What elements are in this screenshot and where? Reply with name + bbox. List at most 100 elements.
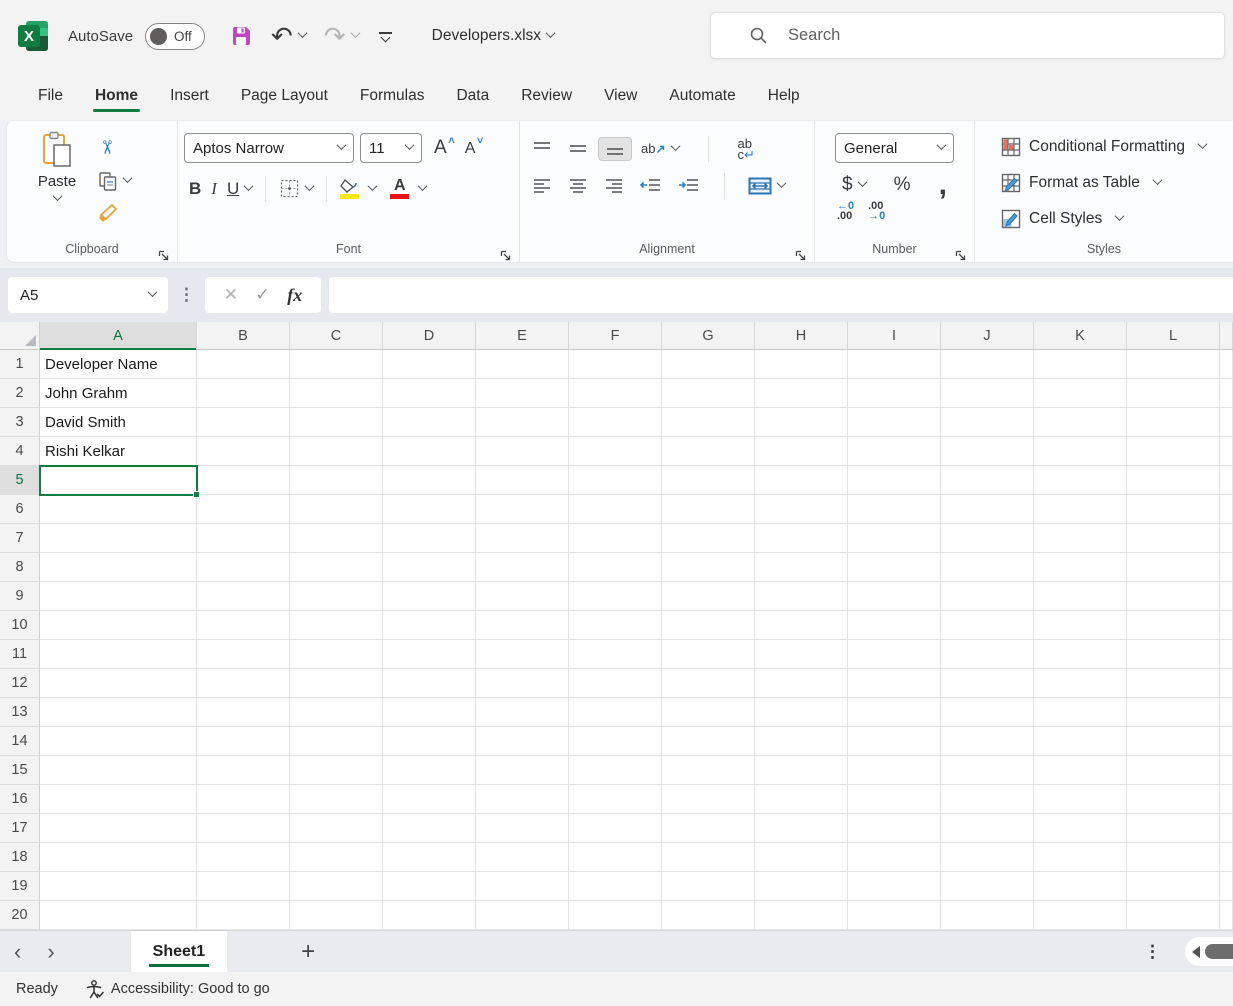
cell-K19[interactable] [1034, 872, 1127, 901]
cell-I10[interactable] [848, 611, 941, 640]
decrease-indent-button[interactable] [634, 175, 668, 198]
cell-I18[interactable] [848, 843, 941, 872]
row-header-19[interactable]: 19 [0, 872, 40, 901]
cell-B3[interactable] [197, 408, 290, 437]
cell-C1[interactable] [290, 350, 383, 379]
row-header-9[interactable]: 9 [0, 582, 40, 611]
cell-J8[interactable] [941, 553, 1034, 582]
cell-H1[interactable] [755, 350, 848, 379]
cell-H15[interactable] [755, 756, 848, 785]
cell-J17[interactable] [941, 814, 1034, 843]
cell-partial-7[interactable] [1220, 524, 1233, 553]
cell-F8[interactable] [569, 553, 662, 582]
column-header-H[interactable]: H [755, 322, 848, 349]
cell-L10[interactable] [1127, 611, 1220, 640]
column-header-A[interactable]: A [40, 322, 197, 349]
cell-C6[interactable] [290, 495, 383, 524]
increase-decimal-button[interactable]: .00→0 [868, 201, 885, 221]
accounting-chevron-icon[interactable] [857, 177, 867, 187]
cell-D9[interactable] [383, 582, 476, 611]
cell-I9[interactable] [848, 582, 941, 611]
cell-H11[interactable] [755, 640, 848, 669]
align-left-button[interactable] [526, 175, 558, 198]
increase-font-size-button[interactable]: A˄ [428, 137, 453, 159]
column-header-E[interactable]: E [476, 322, 569, 349]
cell-E2[interactable] [476, 379, 569, 408]
cell-E8[interactable] [476, 553, 569, 582]
cell-E5[interactable] [476, 466, 569, 495]
accessibility-status[interactable]: Accessibility: Good to go [86, 980, 270, 999]
cell-F9[interactable] [569, 582, 662, 611]
cancel-button[interactable]: ✕ [224, 285, 238, 305]
cell-G6[interactable] [662, 495, 755, 524]
tab-help[interactable]: Help [752, 75, 816, 117]
cell-D20[interactable] [383, 901, 476, 930]
cell-G5[interactable] [662, 466, 755, 495]
cell-I11[interactable] [848, 640, 941, 669]
cell-B17[interactable] [197, 814, 290, 843]
cell-E20[interactable] [476, 901, 569, 930]
align-middle-button[interactable] [562, 138, 594, 160]
cell-A13[interactable] [40, 698, 197, 727]
cell-E16[interactable] [476, 785, 569, 814]
column-header-C[interactable]: C [290, 322, 383, 349]
cell-A19[interactable] [40, 872, 197, 901]
filename-chevron-icon[interactable] [546, 28, 556, 38]
column-header-I[interactable]: I [848, 322, 941, 349]
selection-box[interactable] [39, 465, 198, 496]
cell-E15[interactable] [476, 756, 569, 785]
cell-L18[interactable] [1127, 843, 1220, 872]
cell-C7[interactable] [290, 524, 383, 553]
autosave-toggle[interactable]: Off [145, 23, 205, 50]
cell-partial-6[interactable] [1220, 495, 1233, 524]
tab-review[interactable]: Review [505, 75, 588, 117]
cell-B19[interactable] [197, 872, 290, 901]
column-header-D[interactable]: D [383, 322, 476, 349]
cell-F6[interactable] [569, 495, 662, 524]
row-header-3[interactable]: 3 [0, 408, 40, 437]
align-top-button[interactable] [526, 138, 558, 160]
cell-H5[interactable] [755, 466, 848, 495]
cell-A17[interactable] [40, 814, 197, 843]
cell-E11[interactable] [476, 640, 569, 669]
cell-L15[interactable] [1127, 756, 1220, 785]
row-header-10[interactable]: 10 [0, 611, 40, 640]
clipboard-dialog-launcher[interactable] [158, 250, 169, 261]
cell-C5[interactable] [290, 466, 383, 495]
cell-D7[interactable] [383, 524, 476, 553]
cell-I4[interactable] [848, 437, 941, 466]
cell-partial-20[interactable] [1220, 901, 1233, 930]
cell-D17[interactable] [383, 814, 476, 843]
cell-I3[interactable] [848, 408, 941, 437]
cell-H14[interactable] [755, 727, 848, 756]
new-sheet-button[interactable]: + [285, 931, 331, 972]
italic-button[interactable]: I [206, 176, 222, 202]
cut-button[interactable]: ✂ [93, 133, 119, 162]
cell-I13[interactable] [848, 698, 941, 727]
sheet-options-icon[interactable]: ⋮ [1144, 931, 1161, 972]
cell-C10[interactable] [290, 611, 383, 640]
row-header-5[interactable]: 5 [0, 466, 40, 495]
cell-B1[interactable] [197, 350, 290, 379]
cell-G4[interactable] [662, 437, 755, 466]
cell-L20[interactable] [1127, 901, 1220, 930]
cell-B9[interactable] [197, 582, 290, 611]
accounting-format-button[interactable]: $ [837, 171, 871, 199]
format-painter-button[interactable] [93, 200, 123, 226]
cell-F2[interactable] [569, 379, 662, 408]
name-box[interactable]: A5 [8, 277, 168, 313]
cell-K17[interactable] [1034, 814, 1127, 843]
increase-indent-button[interactable] [672, 175, 706, 198]
tab-view[interactable]: View [588, 75, 653, 117]
cell-I1[interactable] [848, 350, 941, 379]
cell-H9[interactable] [755, 582, 848, 611]
cell-partial-8[interactable] [1220, 553, 1233, 582]
cell-J6[interactable] [941, 495, 1034, 524]
row-header-13[interactable]: 13 [0, 698, 40, 727]
cell-G3[interactable] [662, 408, 755, 437]
cell-C11[interactable] [290, 640, 383, 669]
merge-center-chevron-icon[interactable] [777, 178, 787, 188]
cell-A9[interactable] [40, 582, 197, 611]
alignment-dialog-launcher[interactable] [795, 250, 806, 261]
cell-C19[interactable] [290, 872, 383, 901]
